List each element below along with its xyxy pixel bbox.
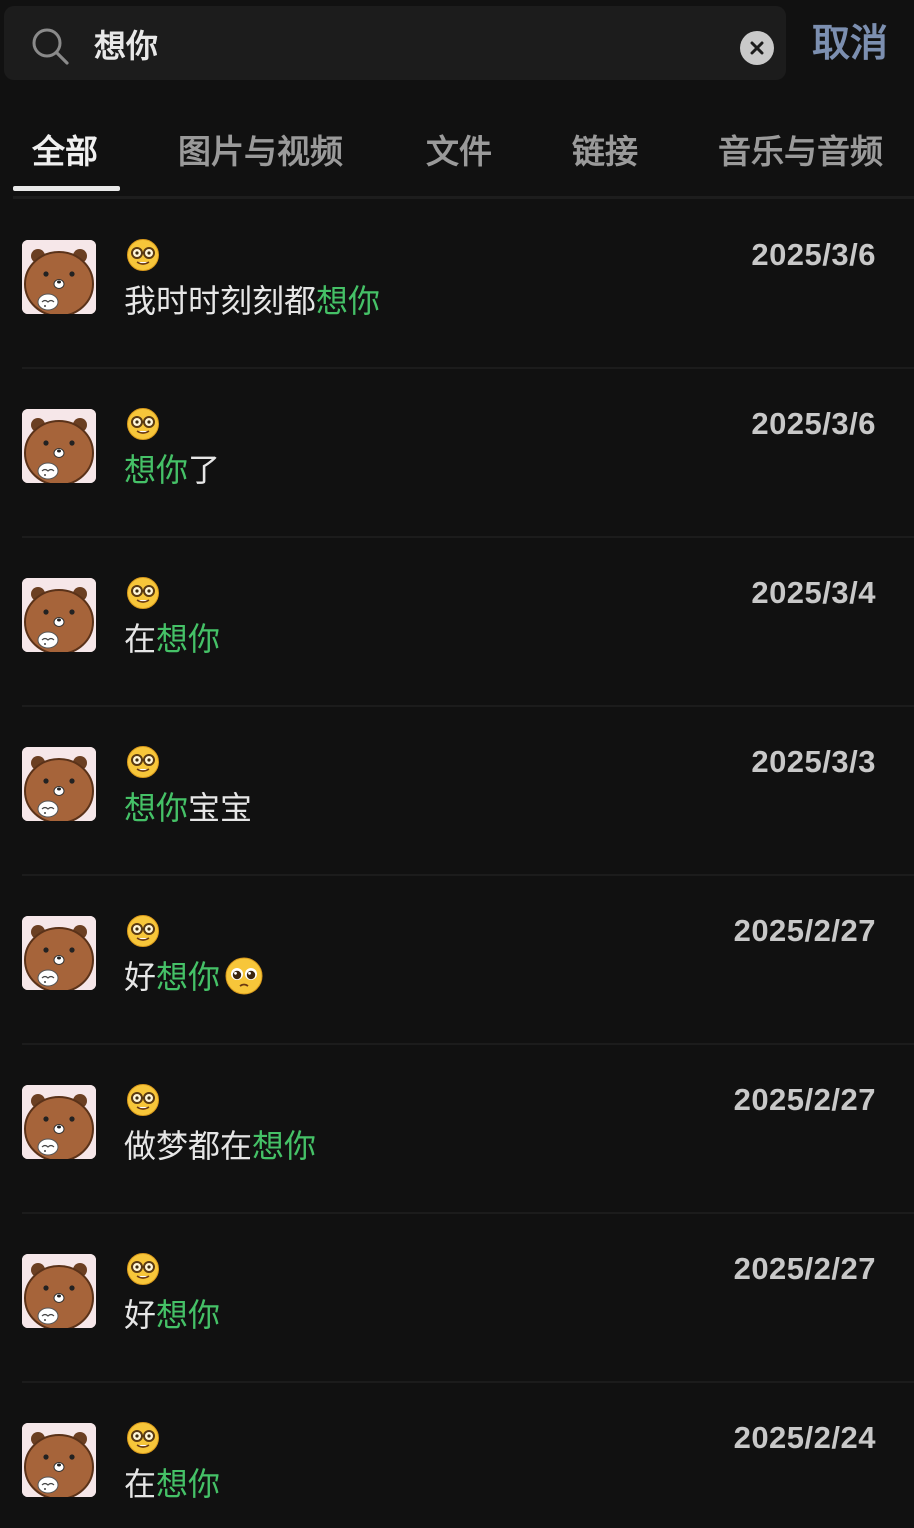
message-date: 2025/3/6 [751, 237, 876, 272]
nerd-face-icon [126, 1083, 160, 1117]
tab-all[interactable]: 全部 [32, 130, 98, 174]
search-result-row[interactable]: 我时时刻刻都想你 2025/3/6 [0, 200, 914, 369]
message-snippet: 在想你 [124, 616, 220, 662]
nerd-face-icon [126, 914, 160, 948]
avatar [22, 1423, 96, 1497]
keyword-highlight: 想你 [156, 620, 221, 658]
message-date: 2025/2/24 [733, 1420, 876, 1455]
tab-music-audio[interactable]: 音乐与音频 [718, 130, 883, 174]
keyword-highlight: 想你 [124, 451, 189, 489]
message-snippet: 在想你 [124, 1461, 220, 1507]
message-snippet: 我时时刻刻都想你 [124, 278, 380, 324]
nerd-face-icon [126, 1252, 160, 1286]
search-result-row[interactable]: 在想你 2025/3/4 [0, 538, 914, 707]
nerd-face-icon [126, 407, 160, 441]
message-text: 做梦都在 [124, 1127, 253, 1165]
search-input[interactable] [94, 24, 694, 68]
message-date: 2025/2/27 [733, 913, 876, 948]
search-result-row[interactable]: 想你了 2025/3/6 [0, 369, 914, 538]
pleading-face-icon [224, 956, 264, 996]
bear-avatar-image [22, 240, 96, 314]
message-snippet: 好想你 [124, 954, 264, 1000]
keyword-highlight: 想你 [124, 789, 189, 827]
keyword-highlight: 想你 [316, 282, 381, 320]
message-date: 2025/2/27 [733, 1082, 876, 1117]
message-date: 2025/3/4 [751, 575, 876, 610]
message-text: 好 [124, 958, 157, 996]
nerd-face-icon [126, 238, 160, 272]
tab-files[interactable]: 文件 [426, 130, 492, 174]
search-result-row[interactable]: 在想你 2025/2/24 [0, 1383, 914, 1528]
search-result-row[interactable]: 做梦都在想你 2025/2/27 [0, 1045, 914, 1214]
tabs-divider [13, 196, 914, 199]
message-text: 宝宝 [188, 789, 253, 827]
nerd-face-icon [126, 576, 160, 610]
message-snippet: 做梦都在想你 [124, 1123, 316, 1169]
tab-links[interactable]: 链接 [572, 130, 638, 174]
search-result-row[interactable]: 想你宝宝 2025/3/3 [0, 707, 914, 876]
search-result-row[interactable]: 好想你 2025/2/27 [0, 1214, 914, 1383]
message-text: 好 [124, 1296, 157, 1334]
bear-avatar-image [22, 1254, 96, 1328]
message-text: 我时时刻刻都 [124, 282, 317, 320]
bear-avatar-image [22, 1423, 96, 1497]
keyword-highlight: 想你 [156, 1465, 221, 1503]
message-date: 2025/3/3 [751, 744, 876, 779]
avatar [22, 747, 96, 821]
search-bar: 取消 [0, 0, 914, 86]
avatar [22, 240, 96, 314]
filter-tabs: 全部 图片与视频 文件 链接 音乐与音频 [0, 110, 914, 194]
keyword-highlight: 想你 [156, 1296, 221, 1334]
search-icon [32, 28, 69, 65]
avatar [22, 409, 96, 483]
search-results-list: 我时时刻刻都想你 2025/3/6 想你了 2025/3/6 在想你 2025/… [0, 200, 914, 1528]
message-text: 在 [124, 1465, 157, 1503]
tab-images-videos[interactable]: 图片与视频 [178, 130, 343, 174]
close-icon [750, 41, 764, 55]
search-result-row[interactable]: 好想你 2025/2/27 [0, 876, 914, 1045]
message-date: 2025/3/6 [751, 406, 876, 441]
chat-search-page: 取消 全部 图片与视频 文件 链接 音乐与音频 我时时刻刻都想你2025/3/6 [0, 0, 914, 1528]
bear-avatar-image [22, 916, 96, 990]
bear-avatar-image [22, 747, 96, 821]
message-text: 了 [188, 451, 221, 489]
keyword-highlight: 想你 [156, 958, 221, 996]
bear-avatar-image [22, 409, 96, 483]
message-text: 在 [124, 620, 157, 658]
avatar [22, 916, 96, 990]
nerd-face-icon [126, 1421, 160, 1455]
bear-avatar-image [22, 578, 96, 652]
nerd-face-icon [126, 745, 160, 779]
search-box[interactable] [4, 6, 786, 80]
message-date: 2025/2/27 [733, 1251, 876, 1286]
bear-avatar-image [22, 1085, 96, 1159]
avatar [22, 1085, 96, 1159]
message-snippet: 好想你 [124, 1292, 220, 1338]
active-tab-indicator [13, 186, 120, 191]
message-snippet: 想你了 [124, 447, 220, 493]
avatar [22, 1254, 96, 1328]
avatar [22, 578, 96, 652]
keyword-highlight: 想你 [252, 1127, 317, 1165]
clear-search-button[interactable] [740, 31, 774, 65]
message-snippet: 想你宝宝 [124, 785, 252, 831]
cancel-button[interactable]: 取消 [812, 18, 888, 68]
